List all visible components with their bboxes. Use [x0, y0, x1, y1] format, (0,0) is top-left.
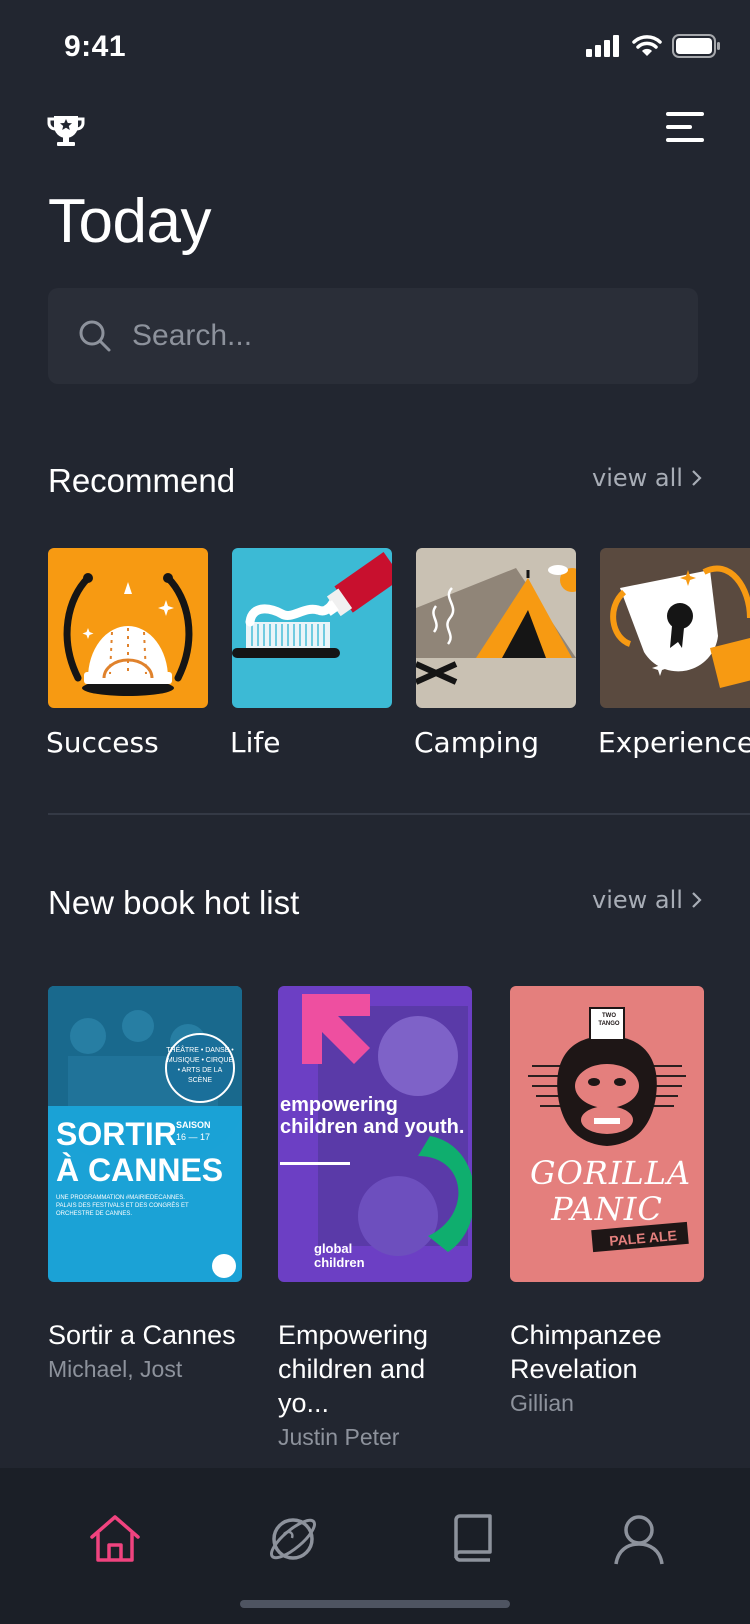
search-input[interactable]	[130, 318, 654, 354]
cover-title-line2: À CANNES	[56, 1152, 224, 1188]
book-card[interactable]: THÉÂTRE • DANSE • MUSIQUE • CIRQUE • ART…	[48, 986, 242, 1383]
status-time: 9:41	[64, 30, 127, 63]
category-success[interactable]: Success	[46, 548, 208, 759]
cover-subtext: UNE PROGRAMMATION #MAIRIEDECANNES. PALAI…	[56, 1195, 189, 1217]
user-icon	[614, 1515, 664, 1565]
award-illustration	[600, 548, 750, 708]
helmet-illustration	[48, 548, 208, 708]
book-cover: THÉÂTRE • DANSE • MUSIQUE • CIRQUE • ART…	[48, 986, 242, 1282]
book-author: Michael, Jost	[48, 1356, 183, 1382]
menu-line	[666, 125, 692, 129]
book-card[interactable]: empowering children and youth. global ch…	[278, 986, 472, 1451]
category-label: Experience	[598, 726, 750, 759]
view-all-label: view all	[592, 886, 683, 914]
category-camping[interactable]: Camping	[414, 548, 576, 759]
tab-library[interactable]	[438, 1504, 508, 1574]
category-life[interactable]: Life	[230, 548, 392, 759]
view-all-label: view all	[592, 464, 683, 492]
menu-line	[666, 138, 704, 142]
book-cover: TWO TANGO GORILLA PANIC PALE ALE	[510, 986, 704, 1282]
book-title: Sortir a Cannes	[48, 1320, 236, 1350]
trophy-icon[interactable]	[46, 110, 86, 150]
planet-icon	[270, 1518, 316, 1560]
category-label: Life	[230, 726, 281, 759]
section-divider	[48, 813, 750, 815]
hotlist-title: New book hot list	[48, 884, 300, 921]
search-icon	[79, 320, 111, 352]
book-title: Chimpanzee Revelation	[510, 1320, 662, 1384]
cover-logo: global children	[314, 1241, 365, 1270]
cover-title-line1: SORTIR	[56, 1116, 177, 1152]
chevron-right-icon	[692, 892, 702, 908]
chevron-right-icon	[692, 470, 702, 486]
book-icon	[454, 1514, 492, 1562]
book-title: Empowering children and yo...	[278, 1320, 429, 1418]
book-cover: empowering children and youth. global ch…	[278, 986, 472, 1282]
menu-button[interactable]	[666, 112, 704, 144]
tab-profile[interactable]	[604, 1504, 674, 1574]
home-indicator	[240, 1600, 510, 1608]
status-icons	[586, 34, 722, 58]
hotlist-view-all-link[interactable]: view all	[592, 886, 703, 914]
recommend-title: Recommend	[48, 462, 236, 499]
battery-icon	[672, 34, 720, 58]
cover-years: 16 — 17	[176, 1132, 211, 1142]
cover-headline: empowering children and youth.	[280, 1094, 465, 1138]
book-author: Gillian	[510, 1390, 574, 1416]
cover-title-line1: GORILLA	[530, 1154, 692, 1192]
category-thumbnail	[416, 548, 576, 708]
home-icon	[90, 1515, 140, 1562]
page-title: Today	[48, 187, 211, 256]
wifi-icon	[632, 35, 662, 56]
category-experience[interactable]: Experience	[598, 548, 750, 759]
recommend-view-all-link[interactable]: view all	[592, 464, 703, 492]
tent-illustration	[416, 548, 576, 708]
category-label: Camping	[414, 726, 540, 759]
search-bar[interactable]	[48, 288, 698, 384]
signal-icon	[586, 35, 619, 57]
tab-discover[interactable]	[258, 1504, 328, 1574]
cover-title-line2: PANIC	[551, 1190, 663, 1228]
cover-badge: THÉÂTRE • DANSE • MUSIQUE • CIRQUE • ART…	[166, 1047, 234, 1084]
menu-line	[666, 112, 704, 116]
category-label: Success	[46, 726, 159, 759]
category-thumbnail	[232, 548, 392, 708]
book-author: Justin Peter	[278, 1424, 400, 1450]
cover-season: SAISON	[176, 1120, 211, 1130]
tab-home[interactable]	[80, 1504, 150, 1574]
category-thumbnail	[600, 548, 750, 708]
book-card[interactable]: TWO TANGO GORILLA PANIC PALE ALE Chimpan…	[510, 986, 704, 1417]
category-thumbnail	[48, 548, 208, 708]
cover-brand: TWO TANGO	[598, 1013, 620, 1027]
toothbrush-illustration	[232, 548, 392, 708]
